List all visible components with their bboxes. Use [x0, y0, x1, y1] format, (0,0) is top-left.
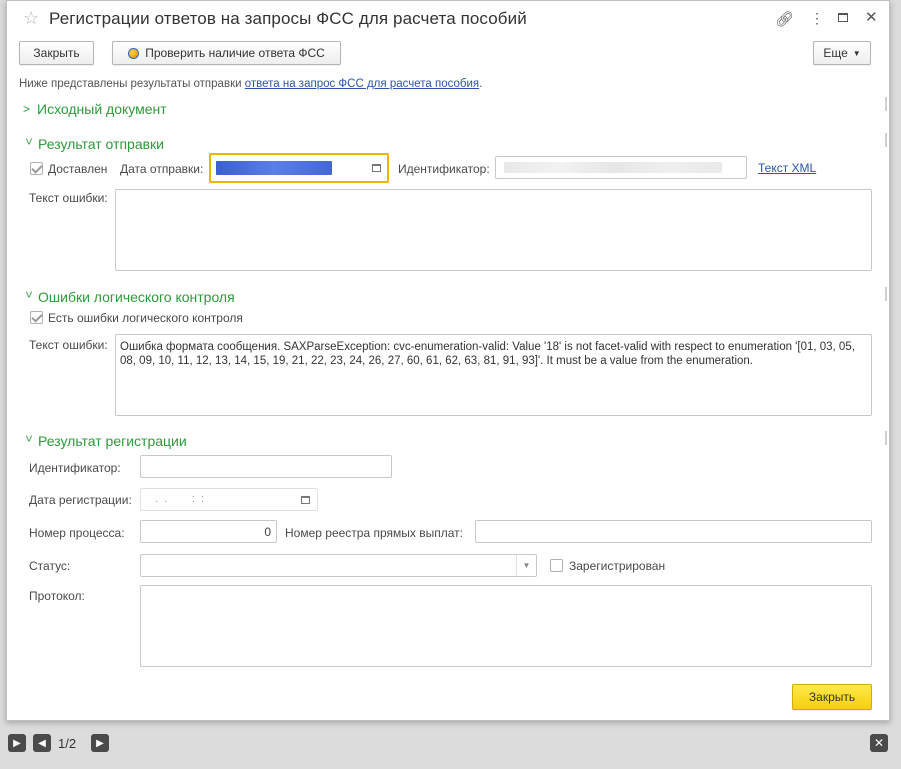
registry-number-label: Номер реестра прямых выплат: [285, 526, 463, 540]
send-error-text[interactable] [115, 189, 872, 271]
scrollbar-mark[interactable] [885, 431, 887, 445]
chevron-down-icon: > [22, 291, 36, 299]
identifier-field[interactable] [495, 156, 747, 179]
close-button[interactable]: Закрыть [19, 41, 94, 65]
process-number-field[interactable]: 0 [140, 520, 277, 543]
close-panel-icon[interactable]: ✕ [870, 734, 888, 752]
close-window-icon[interactable]: ✕ [865, 8, 878, 26]
reg-identifier-field[interactable] [140, 455, 392, 478]
form-window: ☆ Регистрации ответов на запросы ФСС для… [6, 0, 890, 721]
info-prefix: Ниже представлены результаты отправки [19, 78, 245, 90]
favorite-star-icon[interactable]: ☆ [23, 8, 39, 29]
chevron-down-icon: > [22, 138, 36, 146]
link-icon[interactable]: 🔗︎ [775, 10, 794, 28]
registered-checkbox[interactable] [550, 559, 563, 572]
calendar-icon[interactable] [301, 496, 310, 504]
reg-identifier-label: Идентификатор: [29, 461, 121, 475]
more-label: Еще [823, 46, 848, 60]
calendar-icon[interactable] [372, 164, 381, 172]
window-title: Регистрации ответов на запросы ФСС для р… [49, 9, 527, 28]
more-button[interactable]: Еще ▼ [813, 41, 871, 65]
page-indicator: 1/2 [58, 736, 77, 751]
chevron-down-icon: ▼ [852, 48, 861, 58]
reg-date-label: Дата регистрации: [29, 493, 132, 507]
scrollbar-mark[interactable] [885, 287, 887, 301]
process-number-label: Номер процесса: [29, 526, 125, 540]
scrollbar-mark[interactable] [885, 97, 887, 111]
bottom-close-button[interactable]: Закрыть [792, 684, 872, 710]
section-source-doc[interactable]: > Исходный документ [23, 101, 167, 117]
next-page-icon[interactable]: ▶ [91, 734, 109, 752]
registered-label: Зарегистрирован [569, 559, 666, 573]
status-label: Статус: [29, 559, 71, 573]
section-logic-errors[interactable]: > Ошибки логического контроля [22, 289, 235, 305]
logic-error-label: Текст ошибки: [29, 338, 108, 352]
delivered-checkbox[interactable] [30, 162, 43, 175]
section-logic-errors-title: Ошибки логического контроля [38, 289, 235, 305]
xml-text-link[interactable]: Текст XML [758, 161, 816, 175]
send-date-label: Дата отправки: [120, 162, 204, 176]
section-send-result-title: Результат отправки [38, 136, 164, 152]
delivered-label: Доставлен [48, 162, 108, 176]
registry-number-field[interactable] [475, 520, 872, 543]
section-source-doc-title: Исходный документ [37, 101, 167, 117]
section-reg-result-title: Результат регистрации [38, 433, 187, 449]
dropdown-arrow-icon[interactable]: ▼ [516, 555, 536, 576]
scrollbar-mark[interactable] [885, 133, 887, 147]
info-suffix: . [479, 78, 483, 90]
more-vert-icon[interactable]: ⋮ [810, 10, 824, 27]
play-icon[interactable]: ▶ [8, 734, 26, 752]
send-date-value-redacted [216, 161, 332, 175]
fss-request-link[interactable]: ответа на запрос ФСС для расчета пособия [245, 78, 479, 90]
protocol-field[interactable] [140, 585, 872, 667]
check-fss-response-label: Проверить наличие ответа ФСС [145, 46, 325, 60]
has-logic-errors-checkbox[interactable] [30, 311, 43, 324]
protocol-label: Протокол: [29, 589, 85, 603]
chevron-right-icon: > [23, 102, 31, 116]
send-error-label: Текст ошибки: [29, 191, 108, 205]
prev-page-icon[interactable]: ◀ [33, 734, 51, 752]
logic-error-text[interactable]: Ошибка формата сообщения. SAXParseExcept… [115, 334, 872, 416]
identifier-label: Идентификатор: [398, 162, 490, 176]
send-date-field[interactable] [209, 153, 389, 183]
check-fss-response-button[interactable]: Проверить наличие ответа ФСС [112, 41, 341, 65]
has-logic-errors-label: Есть ошибки логического контроля [48, 311, 243, 325]
reg-date-value: . . : : [149, 493, 205, 505]
info-line: Ниже представлены результаты отправки от… [19, 78, 482, 90]
reg-date-field[interactable]: . . : : [140, 488, 318, 511]
section-reg-result[interactable]: > Результат регистрации [22, 433, 187, 449]
maximize-icon[interactable] [838, 13, 848, 22]
identifier-value-redacted [504, 162, 722, 173]
status-select[interactable]: ▼ [140, 554, 537, 577]
fss-check-icon [128, 47, 140, 59]
section-send-result[interactable]: > Результат отправки [22, 136, 164, 152]
chevron-down-icon: > [22, 435, 36, 443]
